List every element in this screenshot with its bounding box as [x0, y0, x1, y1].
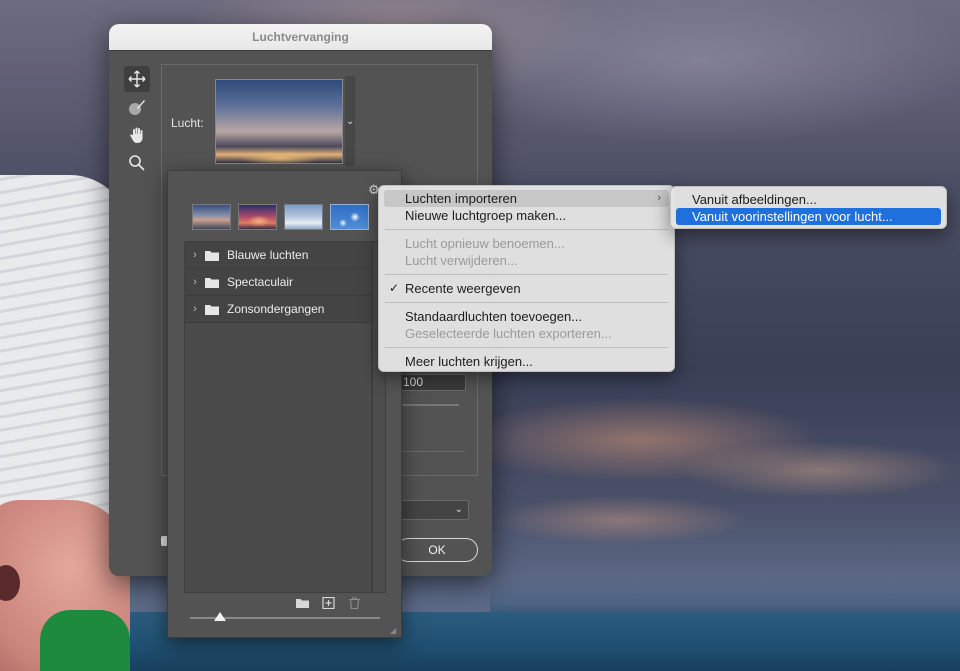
zoom-icon [129, 155, 145, 171]
recent-sky-thumbnail[interactable] [330, 204, 369, 230]
menu-item-rename-sky: Lucht opnieuw benoemen... [384, 235, 669, 252]
menu-separator [385, 302, 668, 303]
checkmark-icon: ✓ [389, 281, 400, 295]
new-group-button[interactable] [295, 596, 309, 610]
sky-picker-panel: ⚙ › Blauwe luchten › Spectaculair › Zons… [167, 170, 402, 638]
dialog-title: Luchtvervanging [109, 24, 492, 51]
menu-item-delete-sky: Lucht verwijderen... [384, 252, 669, 269]
menu-item-add-default-skies[interactable]: Standaardluchten toevoegen... [384, 308, 669, 325]
dialog-toolbar [124, 66, 152, 178]
menu-item-label: Lucht verwijderen... [405, 253, 518, 268]
zoom-tool[interactable] [124, 150, 150, 176]
ok-button[interactable]: OK [396, 538, 478, 562]
delete-button[interactable] [347, 596, 361, 610]
current-sky-thumbnail[interactable] [215, 79, 343, 164]
recent-sky-thumbnail[interactable] [238, 204, 277, 230]
sea [0, 612, 960, 671]
add-sky-button[interactable] [321, 596, 335, 610]
chevron-right-icon[interactable]: › [185, 276, 205, 288]
new-folder-icon [295, 599, 309, 608]
sky-brush-icon [129, 100, 145, 115]
sky-group-spectaculair[interactable]: › Spectaculair [185, 269, 371, 296]
sky-group-list: › Blauwe luchten › Spectaculair › Zonson… [184, 241, 372, 593]
recent-sky-thumbnail[interactable] [284, 204, 323, 230]
divider [399, 451, 465, 452]
group-label: Spectaculair [227, 275, 294, 289]
sky-group-zonsondergangen[interactable]: › Zonsondergangen [185, 296, 371, 323]
sky-brush-tool[interactable] [124, 94, 150, 120]
hand-icon [130, 127, 143, 143]
menu-item-show-recent[interactable]: ✓ Recente weergeven [384, 280, 669, 297]
menu-item-label: Meer luchten krijgen... [405, 354, 533, 369]
sky-label: Lucht: [171, 116, 204, 130]
recent-sky-thumbnail[interactable] [192, 204, 231, 230]
slider-track[interactable] [399, 404, 459, 406]
horizon [490, 578, 960, 614]
chevron-down-icon: ⌄ [346, 116, 355, 127]
recent-skies [192, 204, 369, 230]
menu-item-label: Lucht opnieuw benoemen... [405, 236, 565, 251]
move-icon [128, 70, 146, 88]
chevron-right-icon[interactable]: › [185, 249, 205, 261]
menu-item-label: Luchten importeren [405, 191, 518, 206]
menu-separator [385, 229, 668, 230]
import-skies-submenu: Vanuit afbeeldingen... Vanuit voorinstel… [670, 186, 947, 229]
sky-dropdown-button[interactable]: ⌄ [345, 76, 355, 166]
menu-separator [385, 347, 668, 348]
menu-item-new-sky-group[interactable]: Nieuwe luchtgroep maken... [384, 207, 669, 224]
menu-item-import-skies[interactable]: Luchten importeren › [384, 190, 669, 207]
folder-icon [205, 277, 219, 288]
settings-context-menu: Luchten importeren › Nieuwe luchtgroep m… [378, 185, 675, 372]
group-label: Zonsondergangen [227, 302, 325, 316]
add-sky-icon [321, 597, 335, 609]
menu-separator [385, 274, 668, 275]
trash-icon [348, 597, 360, 609]
submenu-arrow-icon: › [657, 192, 661, 204]
menu-item-get-more-skies[interactable]: Meer luchten krijgen... [384, 353, 669, 370]
folder-icon [205, 304, 219, 315]
submenu-item-from-images[interactable]: Vanuit afbeeldingen... [676, 191, 941, 208]
menu-item-label: Recente weergeven [405, 281, 521, 296]
chevron-down-icon: ⌄ [454, 504, 463, 515]
folder-icon [205, 250, 219, 261]
submenu-item-label: Vanuit afbeeldingen... [692, 192, 817, 207]
hand-tool[interactable] [124, 122, 150, 148]
shirt-collar [40, 610, 130, 671]
menu-item-export-selected-skies: Geselecteerde luchten exporteren... [384, 325, 669, 342]
value-field[interactable]: 100 [399, 374, 466, 391]
chevron-right-icon[interactable]: › [185, 303, 205, 315]
picker-footer [295, 596, 361, 610]
output-dropdown[interactable]: ⌄ [399, 500, 469, 520]
group-label: Blauwe luchten [227, 248, 309, 262]
submenu-item-label: Vanuit voorinstellingen voor lucht... [692, 209, 893, 224]
resize-grip-icon[interactable]: ◢ [390, 626, 398, 635]
sky-group-blauwe-luchten[interactable]: › Blauwe luchten [185, 242, 371, 269]
move-tool[interactable] [124, 66, 150, 92]
menu-item-label: Standaardluchten toevoegen... [405, 309, 583, 324]
menu-item-label: Geselecteerde luchten exporteren... [405, 326, 612, 341]
slider-thumb[interactable] [214, 612, 226, 621]
menu-item-label: Nieuwe luchtgroep maken... [405, 208, 567, 223]
submenu-item-from-sky-presets[interactable]: Vanuit voorinstellingen voor lucht... [676, 208, 941, 225]
